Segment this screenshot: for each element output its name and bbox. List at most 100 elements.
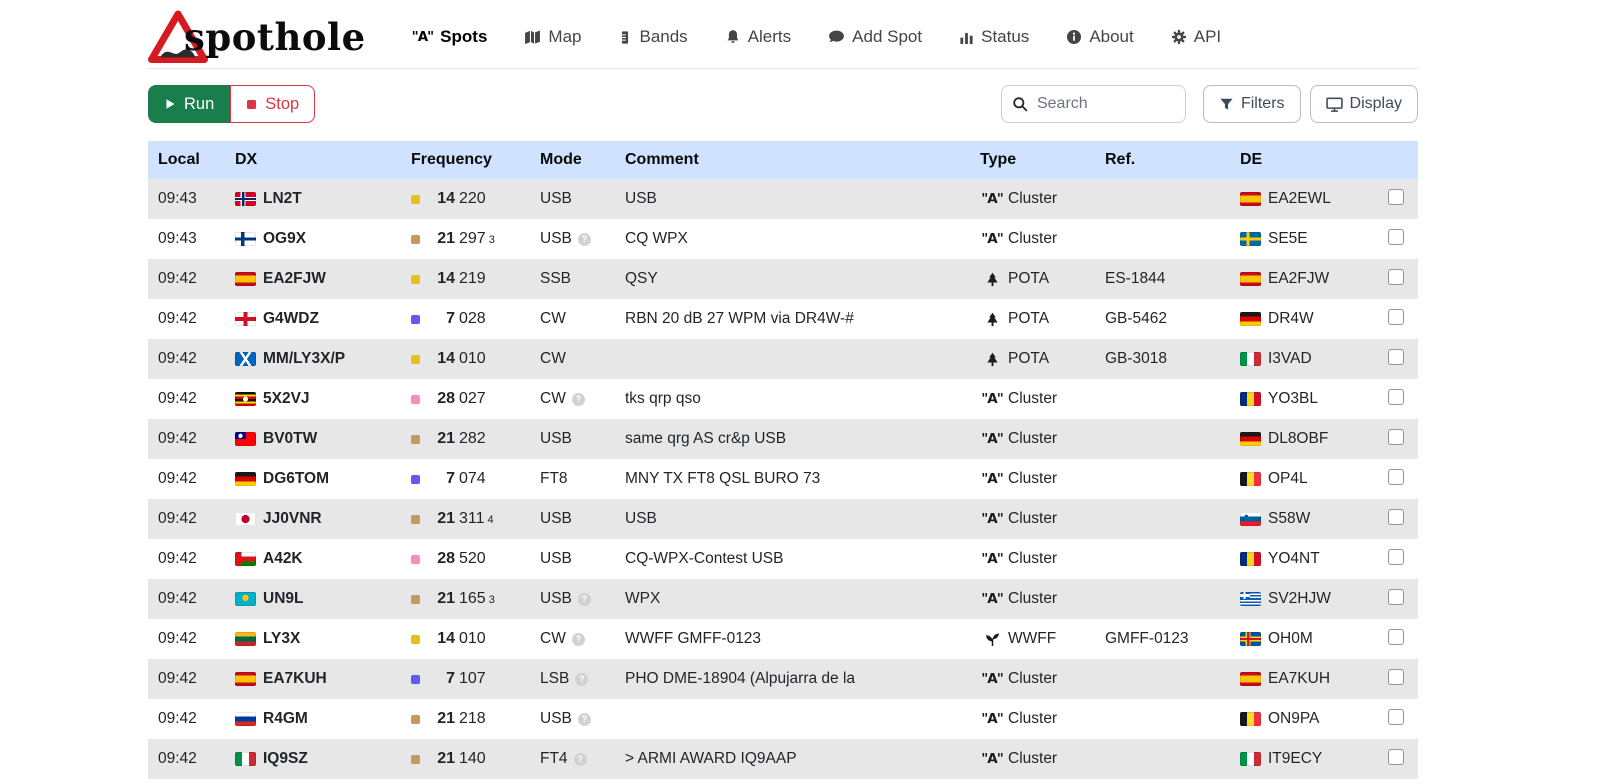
spot-select-checkbox[interactable]: [1388, 589, 1404, 605]
table-row[interactable]: 09:42 DG6TOM 7 074 FT8? MNY TX FT8 QSL B…: [148, 459, 1418, 499]
spot-select-checkbox[interactable]: [1388, 269, 1404, 285]
frequency-cell: 14 010: [411, 350, 540, 368]
display-label: Display: [1350, 95, 1402, 113]
frequency-mhz: 7: [431, 310, 455, 328]
de-cell: YO3BL: [1240, 390, 1388, 408]
nav-item-alerts[interactable]: Alerts: [725, 27, 791, 47]
stop-button[interactable]: Stop: [230, 85, 315, 123]
dx-callsign: DG6TOM: [263, 470, 329, 488]
de-cell: OH0M: [1240, 630, 1388, 648]
spot-select-checkbox[interactable]: [1388, 709, 1404, 725]
spot-select-checkbox[interactable]: [1388, 469, 1404, 485]
table-row[interactable]: 09:42 LY3X 14 010 CW? WWFF GMFF-0123 "A"…: [148, 619, 1418, 659]
stop-icon: [246, 99, 257, 110]
mode-cell: FT4?: [540, 750, 625, 768]
column-header-comment: Comment: [625, 151, 980, 169]
run-stop-group: Run Stop: [148, 85, 315, 123]
checkbox-cell: [1388, 269, 1418, 290]
brand-logo[interactable]: spothole: [148, 9, 366, 65]
spots-table: Local DX Frequency Mode Comment Type Ref…: [148, 141, 1418, 779]
mode-cell: FT8?: [540, 470, 625, 488]
table-row[interactable]: 09:42 BV0TW 21 282 USB? same qrg AS cr&p…: [148, 419, 1418, 459]
table-row[interactable]: 09:42 EA7KUH 7 107 LSB? PHO DME-18904 (A…: [148, 659, 1418, 699]
mode-label: FT8: [540, 470, 568, 487]
type-cell: "A" Cluster: [980, 510, 1105, 528]
de-cell: YO4NT: [1240, 550, 1388, 568]
display-button[interactable]: Display: [1310, 85, 1418, 123]
spot-select-checkbox[interactable]: [1388, 189, 1404, 205]
mode-info-icon[interactable]: ?: [578, 233, 591, 246]
dx-cell: UN9L: [235, 590, 411, 608]
spot-select-checkbox[interactable]: [1388, 509, 1404, 525]
table-row[interactable]: 09:42 R4GM 21 218 USB? "A" Cluster: [148, 699, 1418, 739]
table-row[interactable]: 09:42 UN9L 21 165 3 USB? WPX "A" Cluster: [148, 579, 1418, 619]
spot-comment: > ARMI AWARD IQ9AAP: [625, 750, 980, 768]
frequency-mhz: 21: [431, 710, 455, 728]
nav-item-status[interactable]: Status: [959, 27, 1029, 47]
dx-callsign: JJ0VNR: [263, 510, 322, 528]
checkbox-cell: [1388, 469, 1418, 490]
mode-info-icon[interactable]: ?: [575, 673, 588, 686]
frequency-mhz: 14: [431, 630, 455, 648]
spot-select-checkbox[interactable]: [1388, 349, 1404, 365]
dx-callsign: LY3X: [263, 630, 300, 648]
mode-label: CW: [540, 350, 566, 367]
type-cell: "A" Cluster: [980, 670, 1105, 688]
mode-info-icon[interactable]: ?: [578, 713, 591, 726]
table-row[interactable]: 09:42 EA2FJW 14 219 SSB? QSY "A" POTA ES…: [148, 259, 1418, 299]
table-row[interactable]: 09:42 5X2VJ 28 027 CW? tks qrp qso "A" C…: [148, 379, 1418, 419]
spot-select-checkbox[interactable]: [1388, 309, 1404, 325]
de-callsign: EA2EWL: [1268, 190, 1331, 208]
filters-button[interactable]: Filters: [1203, 85, 1301, 123]
mode-info-icon[interactable]: ?: [574, 753, 587, 766]
table-row[interactable]: 09:42 MM/LY3X/P 14 010 CW? "A" POTA GB-3…: [148, 339, 1418, 379]
nav-item-about[interactable]: About: [1066, 27, 1133, 47]
antenna-icon: "A": [980, 511, 1004, 527]
reference: GB-5462: [1105, 310, 1240, 328]
band-color-square: [411, 475, 420, 484]
spot-select-checkbox[interactable]: [1388, 229, 1404, 245]
checkbox-cell: [1388, 229, 1418, 250]
nav-label: API: [1194, 27, 1221, 47]
nav-item-bands[interactable]: Bands: [618, 27, 687, 47]
table-row[interactable]: 09:42 G4WDZ 7 028 CW? RBN 20 dB 27 WPM v…: [148, 299, 1418, 339]
spot-time: 09:42: [148, 470, 235, 488]
table-row[interactable]: 09:43 OG9X 21 297 3 USB? CQ WPX "A" Clus…: [148, 219, 1418, 259]
frequency-khz: 028: [459, 310, 486, 328]
mode-cell: CW?: [540, 390, 625, 408]
nav-item-add-spot[interactable]: Add Spot: [828, 27, 922, 47]
de-callsign: YO3BL: [1268, 390, 1318, 408]
search-input[interactable]: [1001, 85, 1186, 123]
spot-select-checkbox[interactable]: [1388, 629, 1404, 645]
bar-chart-icon: [959, 30, 974, 45]
mode-info-icon[interactable]: ?: [572, 393, 585, 406]
nav-item-api[interactable]: API: [1171, 27, 1221, 47]
dx-callsign: OG9X: [263, 230, 306, 248]
de-country-flag: [1240, 672, 1261, 686]
table-row[interactable]: 09:42 A42K 28 520 USB? CQ-WPX-Contest US…: [148, 539, 1418, 579]
table-row[interactable]: 09:42 IQ9SZ 21 140 FT4? > ARMI AWARD IQ9…: [148, 739, 1418, 779]
spot-select-checkbox[interactable]: [1388, 429, 1404, 445]
type-label: Cluster: [1008, 710, 1057, 728]
nav-item-spots[interactable]: "A"Spots: [412, 27, 488, 47]
spot-select-checkbox[interactable]: [1388, 389, 1404, 405]
frequency-mhz: 14: [431, 350, 455, 368]
table-row[interactable]: 09:42 JJ0VNR 21 311 4 USB? USB "A" Clust…: [148, 499, 1418, 539]
frequency-khz: 027: [459, 390, 486, 408]
mode-info-icon[interactable]: ?: [578, 593, 591, 606]
nav-item-map[interactable]: Map: [524, 27, 581, 47]
spot-select-checkbox[interactable]: [1388, 549, 1404, 565]
reference: ES-1844: [1105, 270, 1240, 288]
spot-select-checkbox[interactable]: [1388, 749, 1404, 765]
table-row[interactable]: 09:43 LN2T 14 220 USB? USB "A" Cluster: [148, 179, 1418, 219]
antenna-icon: "A": [980, 191, 1004, 207]
spot-select-checkbox[interactable]: [1388, 669, 1404, 685]
spot-time: 09:42: [148, 630, 235, 648]
frequency-khz: 010: [459, 350, 486, 368]
mode-info-icon[interactable]: ?: [572, 633, 585, 646]
frequency-cell: 21 218: [411, 710, 540, 728]
run-button[interactable]: Run: [148, 85, 230, 123]
mode-cell: CW?: [540, 310, 625, 328]
spot-time: 09:42: [148, 430, 235, 448]
checkbox-cell: [1388, 349, 1418, 370]
